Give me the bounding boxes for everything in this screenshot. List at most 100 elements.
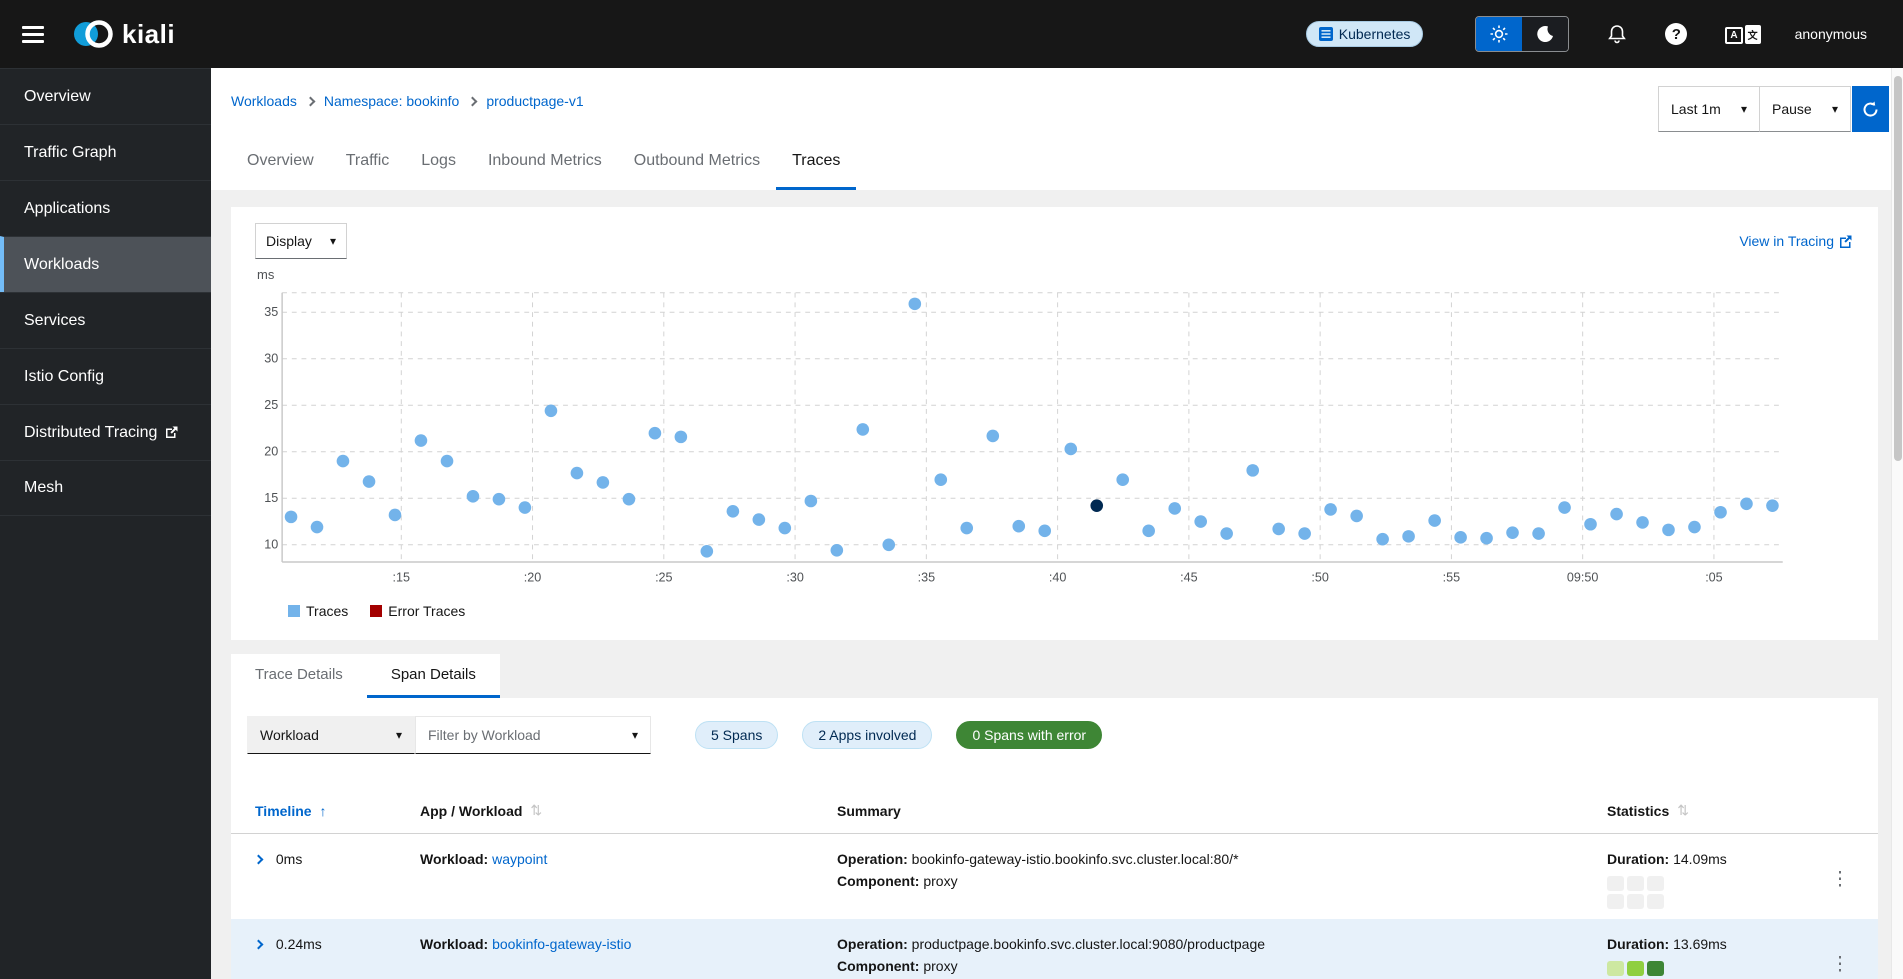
svg-text::35: :35	[918, 570, 936, 584]
sidebar-item-overview[interactable]: Overview	[0, 68, 211, 124]
breadcrumb-workload-name[interactable]: productpage-v1	[486, 93, 583, 109]
workload-link[interactable]: bookinfo-gateway-istio	[492, 936, 631, 952]
kiali-logo: kiali	[72, 18, 175, 50]
span-row[interactable]: 0ms Workload: waypoint Operation: bookin…	[231, 834, 1878, 919]
sidebar-item-traffic-graph[interactable]: Traffic Graph	[0, 124, 211, 180]
workload-link[interactable]: waypoint	[492, 851, 547, 867]
svg-text:35: 35	[264, 305, 278, 319]
tab-trace-details[interactable]: Trace Details	[231, 654, 367, 698]
heatmap-squares	[1607, 876, 1812, 909]
external-link-icon	[165, 426, 178, 439]
tab-traffic[interactable]: Traffic	[330, 134, 406, 190]
kiali-logo-icon	[72, 18, 116, 50]
bell-icon	[1607, 24, 1627, 44]
tab-traces[interactable]: Traces	[776, 134, 856, 190]
tab-inbound-metrics[interactable]: Inbound Metrics	[472, 134, 618, 190]
caret-down-icon: ▾	[330, 234, 336, 248]
svg-text:10: 10	[264, 538, 278, 552]
display-dropdown[interactable]: Display ▾	[255, 223, 347, 259]
caret-down-icon: ▾	[1741, 102, 1747, 116]
expand-chevron-icon[interactable]	[254, 855, 264, 865]
sidebar-item-mesh[interactable]: Mesh	[0, 460, 211, 516]
traces-scatter-chart[interactable]: 101520253035:15:20:25:30:35:40:45:50:550…	[255, 284, 1805, 594]
span-row[interactable]: 0.24ms Workload: bookinfo-gateway-istio …	[231, 919, 1878, 979]
chevron-right-icon	[305, 97, 315, 107]
tab-logs[interactable]: Logs	[405, 134, 472, 190]
heatmap-squares	[1607, 961, 1812, 979]
timeline-cell: 0ms	[255, 848, 420, 909]
svg-text::55: :55	[1443, 570, 1461, 584]
spans-table-header: Timeline ↑ App / Workload ⇅ Summary Stat…	[231, 790, 1878, 834]
expand-chevron-icon[interactable]	[254, 940, 264, 950]
column-header-summary: Summary	[837, 802, 1607, 819]
page-body: Display ▾ View in Tracing ms 10152025303…	[211, 190, 1903, 979]
workload-cell: Workload: bookinfo-gateway-istio	[420, 933, 837, 979]
timeline-cell: 0.24ms	[255, 933, 420, 979]
svg-text:15: 15	[264, 491, 278, 505]
time-toolbar: Last 1m▾ Pause▾	[1658, 86, 1889, 132]
spans-with-error-badge[interactable]: 0 Spans with error	[956, 721, 1102, 749]
svg-text:20: 20	[264, 445, 278, 459]
external-link-icon	[1839, 235, 1852, 248]
svg-text::50: :50	[1311, 570, 1329, 584]
refresh-button[interactable]	[1852, 86, 1889, 132]
sort-icon[interactable]: ⇅	[1677, 802, 1689, 819]
language-button[interactable]: A文	[1725, 25, 1760, 44]
breadcrumb-namespace[interactable]: Namespace: bookinfo	[324, 93, 459, 109]
legend-traces[interactable]: Traces	[288, 603, 348, 619]
notifications-button[interactable]	[1607, 24, 1627, 44]
svg-text::30: :30	[786, 570, 804, 584]
column-header-statistics[interactable]: Statistics ⇅	[1607, 802, 1812, 819]
traces-chart-card: Display ▾ View in Tracing ms 10152025303…	[231, 207, 1878, 640]
filter-type-dropdown[interactable]: Workload ▾	[247, 716, 415, 754]
sun-icon	[1490, 25, 1508, 43]
span-badges: 5 Spans 2 Apps involved 0 Spans with err…	[695, 721, 1102, 749]
sidebar-item-applications[interactable]: Applications	[0, 180, 211, 236]
duration-dropdown[interactable]: Last 1m▾	[1658, 86, 1760, 132]
question-icon: ?	[1665, 23, 1687, 45]
svg-text:25: 25	[264, 398, 278, 412]
moon-icon	[1536, 25, 1554, 43]
tab-overview[interactable]: Overview	[231, 134, 330, 190]
sort-ascending-icon: ↑	[320, 803, 327, 819]
spans-count-badge[interactable]: 5 Spans	[695, 721, 778, 749]
cluster-badge[interactable]: Kubernetes	[1306, 21, 1424, 47]
help-button[interactable]: ?	[1665, 23, 1687, 45]
language-icon: A文	[1725, 25, 1760, 44]
page-scrollbar[interactable]	[1891, 68, 1903, 979]
summary-cell: Operation: productpage.bookinfo.svc.clus…	[837, 933, 1607, 979]
details-tabs: Trace Details Span Details	[231, 654, 500, 698]
tab-span-details[interactable]: Span Details	[367, 654, 500, 698]
dark-theme-button[interactable]	[1522, 17, 1568, 51]
nav-toggle-icon[interactable]	[22, 26, 44, 43]
y-axis-unit-label: ms	[257, 267, 1854, 282]
svg-text:09:50: 09:50	[1567, 570, 1598, 584]
apps-involved-badge[interactable]: 2 Apps involved	[802, 721, 932, 749]
kebab-menu-icon[interactable]: ⋮	[1831, 935, 1850, 979]
column-header-app-workload[interactable]: App / Workload ⇅	[420, 802, 837, 819]
masthead: kiali Kubernetes	[0, 0, 1903, 68]
breadcrumb-workloads[interactable]: Workloads	[231, 93, 297, 109]
brand-name: kiali	[122, 19, 175, 50]
sidebar-item-istio-config[interactable]: Istio Config	[0, 348, 211, 404]
view-in-tracing-link[interactable]: View in Tracing	[1739, 233, 1852, 249]
sidebar-item-workloads[interactable]: Workloads	[0, 236, 211, 292]
light-theme-button[interactable]	[1476, 17, 1522, 51]
column-header-timeline[interactable]: Timeline ↑	[255, 802, 420, 819]
sidebar-item-distributed-tracing[interactable]: Distributed Tracing	[0, 404, 211, 460]
cluster-icon	[1319, 27, 1333, 41]
chart-legend: Traces Error Traces	[288, 603, 1854, 619]
sidebar: Overview Traffic Graph Applications Work…	[0, 68, 211, 979]
caret-down-icon: ▾	[396, 728, 402, 742]
legend-error-traces[interactable]: Error Traces	[370, 603, 465, 619]
sort-icon[interactable]: ⇅	[530, 802, 542, 819]
scrollbar-thumb[interactable]	[1894, 76, 1902, 461]
workload-filter-input[interactable]	[428, 727, 598, 743]
svg-text::40: :40	[1049, 570, 1067, 584]
theme-toggle	[1475, 16, 1569, 52]
tab-outbound-metrics[interactable]: Outbound Metrics	[618, 134, 776, 190]
cluster-badge-label: Kubernetes	[1339, 26, 1411, 42]
kebab-menu-icon[interactable]: ⋮	[1831, 850, 1850, 909]
sidebar-item-services[interactable]: Services	[0, 292, 211, 348]
refresh-interval-dropdown[interactable]: Pause▾	[1759, 86, 1851, 132]
